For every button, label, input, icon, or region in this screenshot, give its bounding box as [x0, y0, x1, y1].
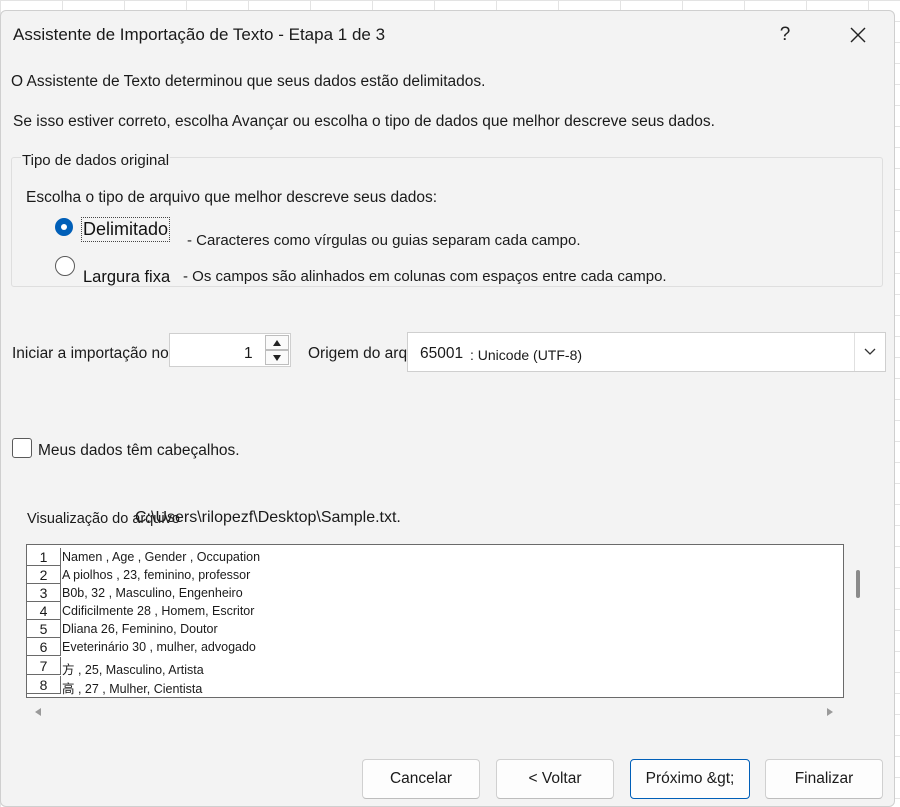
text-import-wizard-dialog: Assistente de Importação de Texto - Etap…	[0, 10, 895, 807]
fixed-width-description: - Os campos são alinhados em colunas com…	[183, 268, 667, 285]
file-preview[interactable]: 1 Namen , Age , Gender , Occupation 2 A …	[26, 544, 844, 698]
title-bar: Assistente de Importação de Texto - Etap…	[1, 11, 894, 59]
cancel-button[interactable]: Cancelar	[362, 759, 480, 799]
preview-row: 5 Dliana 26, Feminino, Doutor	[27, 620, 843, 638]
row-number: 8	[27, 676, 61, 694]
row-number: 2	[27, 566, 61, 584]
vertical-scrollbar-thumb[interactable]	[856, 570, 860, 598]
close-icon	[850, 27, 866, 43]
next-button[interactable]: Próximo &gt;	[630, 759, 750, 799]
row-text: Cdificilmente 28 , Homem, Escritor	[62, 604, 255, 618]
preview-row: 8 高 , 27 , Mulher, Cientista	[27, 676, 843, 696]
row-number: 7	[27, 657, 61, 675]
row-number: 4	[27, 602, 61, 620]
row-text: 高 , 27 , Mulher, Cientista	[62, 682, 203, 696]
row-text: Namen , Age , Gender , Occupation	[62, 550, 261, 564]
file-origin-select[interactable]: 65001 : Unicode (UTF-8)	[407, 332, 886, 372]
back-button[interactable]: < Voltar	[496, 759, 614, 799]
start-row-stepper[interactable]: 1	[169, 333, 291, 367]
row-number: 6	[27, 638, 61, 656]
scroll-right-icon[interactable]	[827, 708, 833, 716]
scroll-left-icon[interactable]	[35, 708, 41, 716]
preview-row: 4 Cdificilmente 28 , Homem, Escritor	[27, 602, 843, 620]
preview-row: 7 方 , 25, Masculino, Artista	[27, 657, 843, 677]
group-legend: Tipo de dados original	[21, 152, 171, 169]
file-origin-code: 65001	[420, 345, 464, 362]
delimited-description: - Caracteres como vírgulas ou guias sepa…	[187, 232, 581, 249]
preview-row: 6 Eveterinário 30 , mulher, advogado	[27, 638, 843, 656]
help-button[interactable]: ?	[763, 17, 807, 53]
preview-file-path: C:\Users\rilopezf\Desktop\Sample.txt.	[135, 509, 401, 526]
close-button[interactable]	[836, 17, 880, 53]
stepper-up-button[interactable]	[265, 335, 289, 350]
intro-line-1: O Assistente de Texto determinou que seu…	[11, 73, 486, 90]
headers-checkbox-label[interactable]: Meus dados têm cabeçalhos.	[38, 442, 240, 460]
preview-row: 3 B0b, 32 , Masculino, Engenheiro	[27, 584, 843, 602]
row-text: Eveterinário 30 , mulher, advogado	[62, 640, 256, 654]
row-text: A piolhos , 23, feminino, professor	[62, 568, 251, 582]
dropdown-button[interactable]	[854, 333, 885, 371]
arrow-up-icon	[273, 339, 281, 346]
file-origin-name: : Unicode (UTF-8)	[470, 347, 583, 363]
row-number: 5	[27, 620, 61, 638]
headers-checkbox[interactable]	[12, 438, 32, 458]
arrow-down-icon	[273, 354, 281, 361]
preview-row: 1 Namen , Age , Gender , Occupation	[27, 548, 843, 566]
radio-delimited[interactable]	[55, 218, 73, 236]
fixed-width-label[interactable]: Largura fixa	[83, 268, 170, 287]
row-number: 3	[27, 584, 61, 602]
stepper-down-button[interactable]	[265, 350, 289, 365]
start-row-value[interactable]: 1	[244, 345, 253, 363]
finish-button[interactable]: Finalizar	[765, 759, 883, 799]
file-type-prompt: Escolha o tipo de arquivo que melhor des…	[26, 189, 437, 206]
delimited-label[interactable]: Delimitado	[81, 217, 171, 242]
row-number: 1	[27, 548, 61, 566]
dialog-title: Assistente de Importação de Texto - Etap…	[13, 25, 386, 44]
chevron-down-icon	[864, 348, 876, 355]
intro-line-2: Se isso estiver correto, escolha Avançar…	[13, 113, 715, 130]
help-icon: ?	[779, 24, 791, 45]
radio-fixed-width[interactable]	[55, 256, 75, 276]
row-text: B0b, 32 , Masculino, Engenheiro	[62, 586, 243, 600]
preview-row: 2 A piolhos , 23, feminino, professor	[27, 566, 843, 584]
row-text: Dliana 26, Feminino, Doutor	[62, 622, 218, 636]
